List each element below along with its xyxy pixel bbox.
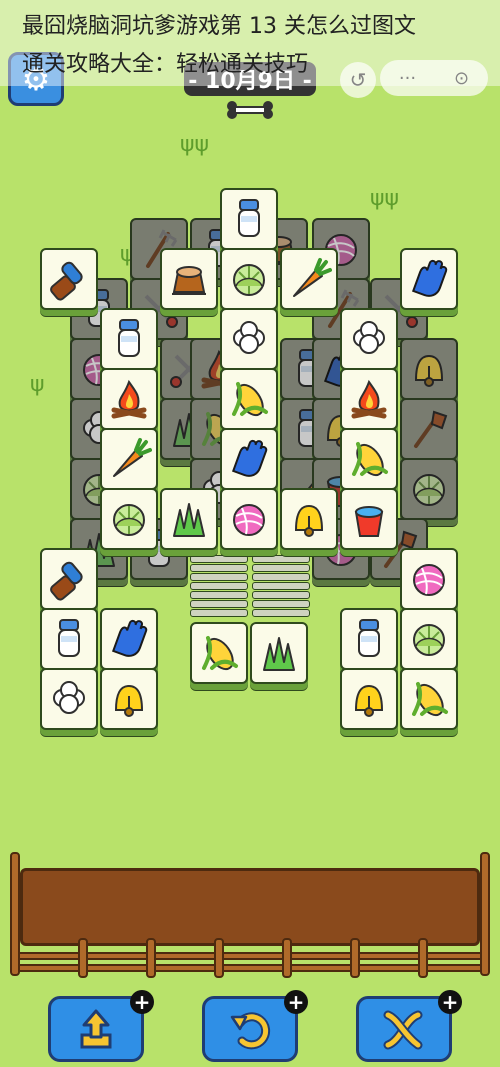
tile-cotton[interactable] bbox=[340, 308, 398, 370]
campfire-icon bbox=[351, 379, 387, 419]
tile-bell[interactable] bbox=[280, 488, 338, 550]
carrot-icon bbox=[293, 258, 332, 297]
fence-post bbox=[480, 852, 490, 976]
corn-icon bbox=[412, 682, 448, 717]
grass-icon bbox=[263, 637, 295, 671]
move-out-button[interactable] bbox=[48, 996, 144, 1062]
yarn-ball-icon bbox=[233, 504, 265, 536]
tile-glove[interactable] bbox=[220, 428, 278, 490]
fence-post bbox=[350, 938, 360, 978]
tile-fire[interactable] bbox=[100, 368, 158, 430]
brush-icon bbox=[50, 561, 83, 601]
bucket-icon bbox=[354, 506, 384, 537]
cabbage-icon bbox=[413, 474, 445, 506]
tile-cabbage[interactable] bbox=[100, 488, 158, 550]
undo-button[interactable] bbox=[202, 996, 298, 1062]
tile-cabbage[interactable] bbox=[220, 248, 278, 310]
tile-wool[interactable] bbox=[400, 548, 458, 610]
tile-corn[interactable] bbox=[220, 368, 278, 430]
cotton-icon bbox=[53, 681, 85, 714]
tile-wool[interactable] bbox=[220, 488, 278, 550]
milk-bottle-icon bbox=[118, 319, 140, 357]
article-title-line-2: 通关攻略大全：轻松通关技巧 bbox=[22, 52, 309, 77]
move-out-icon bbox=[80, 1009, 112, 1049]
tile-corn[interactable] bbox=[400, 668, 458, 730]
shuffle-button[interactable] bbox=[356, 996, 452, 1062]
bell-icon bbox=[294, 504, 324, 537]
tile-bell bbox=[400, 338, 458, 400]
milk-bottle-icon bbox=[358, 619, 380, 657]
tile-glove[interactable] bbox=[100, 608, 158, 670]
collection-slot-tray bbox=[10, 852, 490, 982]
tile-milk[interactable] bbox=[40, 608, 98, 670]
fence-post bbox=[78, 938, 88, 978]
shuffle-add-badge[interactable]: + bbox=[438, 990, 462, 1014]
article-title-line-1: 最囧烧脑洞坑爹游戏第 13 关怎么过图文 bbox=[22, 14, 416, 39]
tile-bucket[interactable] bbox=[340, 488, 398, 550]
tile-stump[interactable] bbox=[160, 248, 218, 310]
tile-carrot[interactable] bbox=[100, 428, 158, 490]
milk-bottle-icon bbox=[238, 199, 260, 237]
tile-milk[interactable] bbox=[340, 608, 398, 670]
campfire-icon bbox=[111, 379, 147, 419]
corn-icon bbox=[202, 636, 238, 671]
tile-bell[interactable] bbox=[100, 668, 158, 730]
blue-glove-icon bbox=[411, 259, 448, 297]
move-out-add-badge[interactable]: + bbox=[130, 990, 154, 1014]
shuffle-icon bbox=[383, 1010, 423, 1050]
fence-post bbox=[418, 938, 428, 978]
bell-icon bbox=[354, 684, 384, 717]
carrot-icon bbox=[113, 438, 152, 477]
slot-bed bbox=[20, 868, 480, 946]
grass-icon bbox=[173, 503, 205, 537]
tile-fire[interactable] bbox=[340, 368, 398, 430]
undo-icon bbox=[230, 1012, 271, 1050]
blue-glove-icon bbox=[111, 619, 148, 657]
tile-cabbage bbox=[400, 458, 458, 520]
tile-shovel bbox=[400, 398, 458, 460]
milk-bottle-icon bbox=[58, 619, 80, 657]
tile-cabbage[interactable] bbox=[400, 608, 458, 670]
article-title-overlay: 最囧烧脑洞坑爹游戏第 13 关怎么过图文 通关攻略大全：轻松通关技巧 bbox=[0, 0, 500, 86]
tile-milk[interactable] bbox=[100, 308, 158, 370]
undo-add-badge[interactable]: + bbox=[284, 990, 308, 1014]
tile-corn[interactable] bbox=[340, 428, 398, 490]
tile-cotton[interactable] bbox=[220, 308, 278, 370]
bone-icon bbox=[227, 101, 273, 119]
tile-bell[interactable] bbox=[340, 668, 398, 730]
corn-icon bbox=[232, 382, 268, 417]
cabbage-icon bbox=[233, 264, 265, 296]
cotton-icon bbox=[233, 321, 265, 354]
cabbage-icon bbox=[413, 624, 445, 656]
tile-carrot[interactable] bbox=[280, 248, 338, 310]
fence-post bbox=[146, 938, 156, 978]
tile-grass[interactable] bbox=[250, 622, 308, 684]
shovel-icon bbox=[414, 410, 448, 448]
bell-icon bbox=[114, 684, 144, 717]
fence-post bbox=[214, 938, 224, 978]
blue-glove-icon bbox=[231, 439, 268, 477]
yarn-ball-icon bbox=[413, 564, 445, 596]
corn-icon bbox=[352, 442, 388, 477]
brush-icon bbox=[50, 261, 83, 301]
tile-glove[interactable] bbox=[400, 248, 458, 310]
cotton-icon bbox=[353, 321, 385, 354]
tile-grass[interactable] bbox=[160, 488, 218, 550]
fence-post bbox=[282, 938, 292, 978]
fence-post bbox=[10, 852, 20, 976]
tile-brush[interactable] bbox=[40, 248, 98, 310]
tile-milk[interactable] bbox=[220, 188, 278, 250]
cabbage-icon bbox=[113, 504, 145, 536]
tile-brush[interactable] bbox=[40, 548, 98, 610]
tile-corn[interactable] bbox=[190, 622, 248, 684]
bell-icon bbox=[414, 354, 444, 387]
tile-cotton[interactable] bbox=[40, 668, 98, 730]
tree-stump-icon bbox=[172, 266, 206, 295]
